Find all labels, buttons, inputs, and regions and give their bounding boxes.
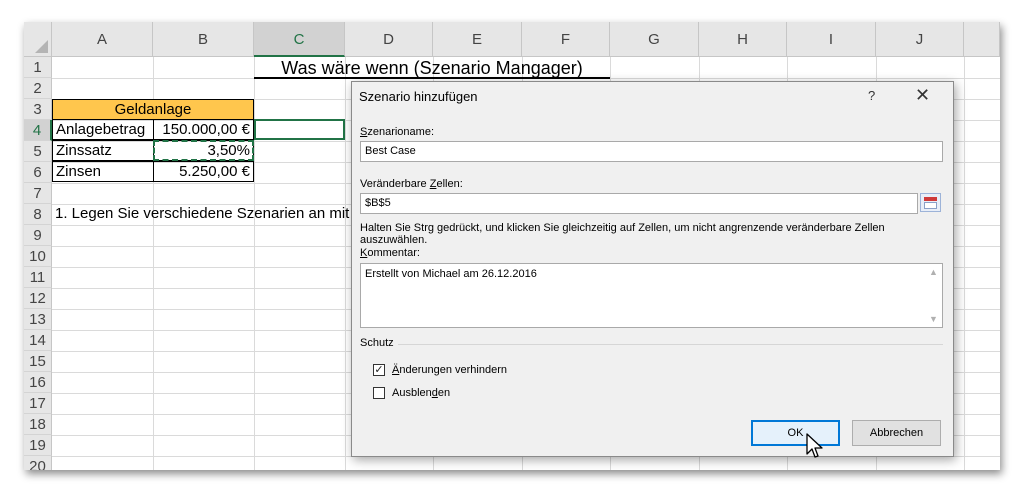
cell-a4-label[interactable]: Anlagebetrag [52, 119, 154, 140]
column-header-d[interactable]: D [345, 22, 433, 57]
hide-label[interactable]: Ausblenden [392, 387, 450, 399]
row-header-16[interactable]: 16 [24, 372, 52, 393]
row-header-20[interactable]: 20 [24, 456, 52, 470]
row8-text: 1. Legen Sie verschiedene Szenarien an m… [55, 205, 362, 222]
prevent-changes-label-rest: nderungen verhindern [399, 364, 507, 376]
prevent-changes-checkbox[interactable]: ✓ [373, 364, 385, 376]
row-header-7[interactable]: 7 [24, 183, 52, 204]
changing-cells-label: Veränderbare Zellen: [360, 178, 463, 190]
comment-label: Kommentar: [360, 247, 420, 259]
scenario-name-label-rest: zenarioname: [367, 126, 434, 138]
row-header-12[interactable]: 12 [24, 288, 52, 309]
row-header-1[interactable]: 1 [24, 57, 52, 78]
add-scenario-dialog: Szenario hinzufügen ? ✕ Szenarioname: Be… [351, 81, 954, 458]
sheet-title-cell[interactable]: Was wäre wenn (Szenario Mangager) [254, 57, 610, 79]
checkmark-icon: ✓ [374, 364, 384, 376]
row-header-15[interactable]: 15 [24, 351, 52, 372]
comment-label-rest: ommentar: [367, 247, 420, 259]
row-header-19[interactable]: 19 [24, 435, 52, 456]
column-header-b[interactable]: B [153, 22, 254, 57]
gridline [345, 57, 346, 470]
row-header-4[interactable]: 4 [24, 120, 52, 141]
comment-textarea[interactable]: Erstellt von Michael am 26.12.2016 ▲ ▼ [360, 263, 943, 328]
row-header-18[interactable]: 18 [24, 414, 52, 435]
close-icon[interactable]: ✕ [915, 85, 930, 106]
select-all-corner[interactable] [24, 22, 52, 57]
row-header-10[interactable]: 10 [24, 246, 52, 267]
changing-cells-input[interactable]: $B$5 [360, 193, 918, 214]
row-header-14[interactable]: 14 [24, 330, 52, 351]
column-header-f[interactable]: F [522, 22, 610, 57]
column-header-i[interactable]: I [787, 22, 876, 57]
mouse-pointer-icon [806, 433, 823, 458]
cell-b6-value[interactable]: 5.250,00 € [153, 161, 254, 182]
row-header-13[interactable]: 13 [24, 309, 52, 330]
cell-b4-value[interactable]: 150.000,00 € [153, 119, 254, 140]
column-header-h[interactable]: H [699, 22, 787, 57]
hide-label-post: en [437, 387, 451, 399]
dialog-title: Szenario hinzufügen [359, 89, 478, 104]
row-header-3[interactable]: 3 [24, 99, 52, 120]
cell-a6-label[interactable]: Zinsen [52, 161, 154, 182]
gridline [964, 57, 965, 470]
comment-text: Erstellt von Michael am 26.12.2016 [365, 268, 537, 280]
column-header-j[interactable]: J [876, 22, 964, 57]
row-header-9[interactable]: 9 [24, 225, 52, 246]
changing-cells-label-pre: Veränderbare [360, 178, 430, 190]
cancel-button[interactable]: Abbrechen [852, 420, 941, 446]
column-header-e[interactable]: E [433, 22, 522, 57]
cell-a5-label[interactable]: Zinssatz [52, 140, 154, 161]
scroll-up-icon[interactable]: ▲ [929, 267, 938, 277]
row-header-11[interactable]: 11 [24, 267, 52, 288]
hide-checkbox[interactable] [373, 387, 385, 399]
active-cell-c4[interactable] [254, 119, 345, 140]
hide-label-pre: Ausblen [392, 387, 432, 399]
scroll-down-icon[interactable]: ▼ [929, 314, 938, 324]
copy-marquee-b5 [153, 140, 254, 161]
row-header-17[interactable]: 17 [24, 393, 52, 414]
range-select-button[interactable] [920, 193, 941, 212]
row-header-8[interactable]: 8 [24, 204, 52, 225]
comment-scrollbar[interactable]: ▲ ▼ [925, 264, 942, 327]
protection-group-divider [360, 344, 943, 345]
scenario-name-input[interactable]: Best Case [360, 141, 943, 162]
range-select-icon-box [924, 202, 937, 209]
cell-a8-text[interactable]: 1. Legen Sie verschiedene Szenarien an m… [52, 204, 365, 224]
row-header-2[interactable]: 2 [24, 78, 52, 99]
row-header-5[interactable]: 5 [24, 141, 52, 162]
select-all-triangle-icon [35, 40, 48, 53]
column-header-c[interactable]: C [254, 22, 345, 57]
ok-button[interactable]: OK [751, 420, 840, 446]
column-header-k[interactable] [964, 22, 1000, 57]
range-select-icon [924, 197, 937, 201]
prevent-changes-label[interactable]: Änderungen verhindern [392, 364, 507, 376]
help-button[interactable]: ? [868, 88, 875, 103]
scenario-name-label: Szenarioname: [360, 126, 434, 138]
column-header-a[interactable]: A [52, 22, 153, 57]
changing-cells-hint: Halten Sie Strg gedrückt, und klicken Si… [360, 222, 885, 246]
protection-group-label: Schutz [360, 337, 398, 349]
changing-cells-label-post: ellen: [436, 178, 463, 190]
column-header-g[interactable]: G [610, 22, 699, 57]
table-header-cell[interactable]: Geldanlage [52, 99, 254, 120]
row-header-6[interactable]: 6 [24, 162, 52, 183]
